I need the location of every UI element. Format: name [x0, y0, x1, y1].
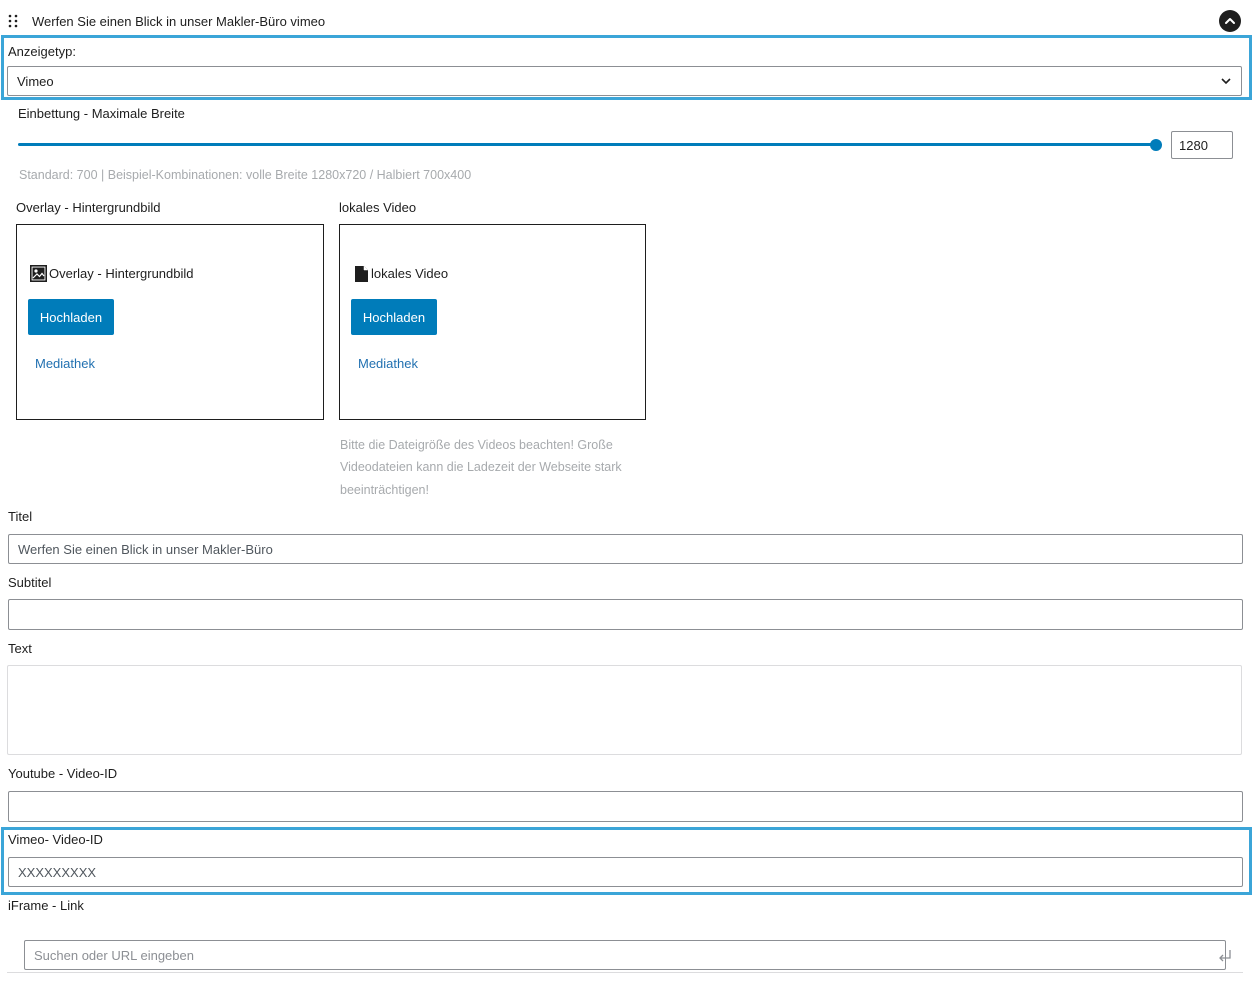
iframe-url-input[interactable]: Suchen oder URL eingeben — [24, 940, 1226, 970]
overlay-media-library-link[interactable]: Mediathek — [35, 356, 95, 371]
local-video-label: lokales Video — [339, 200, 417, 215]
display-type-label: Anzeigetyp: — [8, 44, 76, 59]
embed-width-slider-track[interactable] — [18, 143, 1157, 146]
vimeo-video-id-input[interactable]: XXXXXXXXX — [8, 857, 1243, 887]
display-type-selected-value: Vimeo — [17, 73, 54, 89]
title-value: Werfen Sie einen Blick in unser Makler-B… — [18, 541, 273, 557]
title-label: Titel — [8, 509, 33, 524]
enter-arrow-icon[interactable] — [1216, 948, 1234, 966]
drag-handle-icon[interactable] — [7, 13, 19, 29]
overlay-upload-button[interactable]: Hochladen — [28, 299, 114, 335]
subtitle-label: Subtitel — [8, 575, 52, 590]
local-video-upload-button[interactable]: Hochladen — [351, 299, 437, 335]
text-textarea[interactable] — [7, 665, 1242, 755]
iframe-placeholder: Suchen oder URL eingeben — [34, 947, 194, 963]
file-icon — [355, 266, 368, 282]
chevron-down-icon — [1220, 77, 1232, 85]
vimeo-value: XXXXXXXXX — [18, 864, 97, 880]
embed-width-input[interactable]: 1280 — [1171, 131, 1233, 159]
vimeo-label: Vimeo- Video-ID — [8, 832, 103, 847]
youtube-label: Youtube - Video-ID — [8, 766, 118, 781]
subtitle-input[interactable] — [8, 599, 1243, 630]
embed-width-slider-thumb[interactable] — [1150, 139, 1162, 151]
local-video-box-title: lokales Video — [371, 266, 449, 281]
block-title: Werfen Sie einen Blick in unser Makler-B… — [32, 14, 326, 29]
overlay-upload-box: Overlay - Hintergrundbild Hochladen Medi… — [16, 224, 324, 420]
local-video-upload-box: lokales Video Hochladen Mediathek — [339, 224, 646, 420]
iframe-label: iFrame - Link — [8, 898, 84, 913]
local-video-media-library-link[interactable]: Mediathek — [358, 356, 418, 371]
embed-width-help: Standard: 700 | Beispiel-Kombinationen: … — [19, 168, 472, 182]
embed-width-value: 1280 — [1179, 137, 1208, 153]
local-video-help-line-3: beeinträchtigen! — [340, 483, 429, 497]
local-video-help-line-2: Videodateien kann die Ladezeit der Webse… — [340, 460, 622, 474]
display-type-select[interactable]: Vimeo — [7, 66, 1242, 96]
embed-width-label: Einbettung - Maximale Breite — [18, 106, 185, 121]
title-input[interactable]: Werfen Sie einen Blick in unser Makler-B… — [8, 534, 1243, 564]
youtube-video-id-input[interactable] — [8, 791, 1243, 822]
overlay-label: Overlay - Hintergrundbild — [16, 200, 161, 215]
image-icon — [30, 265, 47, 282]
local-video-help-line-1: Bitte die Dateigröße des Videos beachten… — [340, 438, 613, 452]
bottom-divider — [7, 972, 1243, 973]
text-label: Text — [8, 641, 32, 656]
overlay-box-title: Overlay - Hintergrundbild — [49, 266, 194, 281]
collapse-chevron-up-icon[interactable] — [1219, 10, 1241, 32]
